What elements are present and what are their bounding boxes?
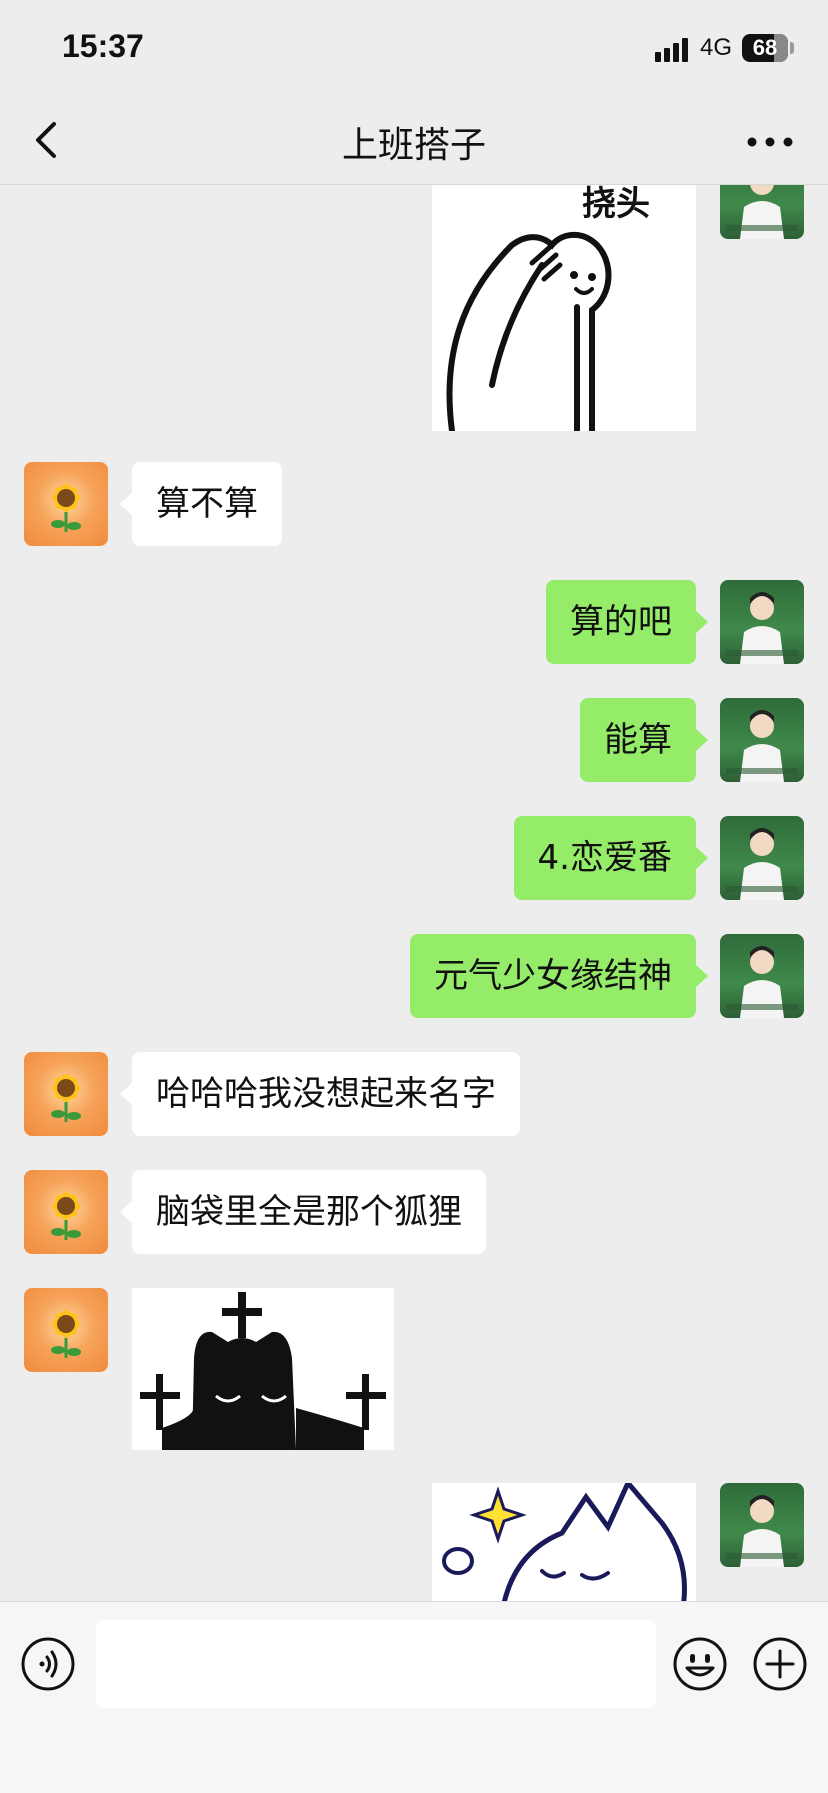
message-row [0,1288,828,1450]
sparkle-cat-illustration [442,1483,687,1601]
person-avatar-image [726,1495,798,1567]
message-row: 元气少女缘结神 [0,934,828,1018]
sunflower-icon [51,1310,81,1358]
person-avatar-image [726,828,798,900]
sunflower-icon [51,484,81,532]
message-row: 哈哈哈我没想起来名字 [0,1052,828,1136]
person-avatar-image [726,592,798,664]
message-row: 算不算 [0,462,828,546]
contact-avatar[interactable] [24,1288,108,1372]
message-input[interactable] [96,1620,656,1708]
message-row: 算的吧 [0,580,828,664]
my-avatar[interactable] [720,580,804,664]
status-time: 15:37 [62,28,144,64]
contact-avatar[interactable] [24,1052,108,1136]
person-avatar-image [726,185,798,239]
emoji-icon[interactable] [672,1636,728,1692]
sticker-black-cat[interactable] [132,1288,394,1450]
cat-scratch-illustration: 挠头 [446,185,650,431]
input-bar [0,1601,828,1793]
chat-header: 上班搭子 [0,96,828,185]
sticker-caption: 挠头 [582,185,650,224]
message-bubble-received[interactable]: 算不算 [120,462,282,546]
message-row: 挠头 [0,185,828,431]
message-bubble-received[interactable]: 脑袋里全是那个狐狸 [120,1170,486,1254]
message-list[interactable]: 挠头 算不算 算的吧 能算 4.恋爱番 元气少女缘结神 哈哈哈我没想起来名字 脑… [0,185,828,1601]
person-avatar-image [726,946,798,1018]
message-row [0,1483,828,1601]
message-row: 能算 [0,698,828,782]
battery-nub [790,42,794,54]
message-row: 4.恋爱番 [0,816,828,900]
message-bubble-received[interactable]: 哈哈哈我没想起来名字 [120,1052,520,1136]
message-bubble-sent[interactable]: 能算 [580,698,708,782]
sunflower-icon [51,1192,81,1240]
more-dots-icon[interactable] [744,122,796,162]
sunflower-icon [51,1074,81,1122]
chat-title: 上班搭子 [341,125,486,166]
battery-level: 68 [752,35,778,60]
message-bubble-sent[interactable]: 算的吧 [546,580,708,664]
my-avatar[interactable] [720,185,804,239]
plus-icon[interactable] [752,1636,808,1692]
my-avatar[interactable] [720,1483,804,1567]
message-bubble-sent[interactable]: 4.恋爱番 [513,816,709,900]
message-bubble-sent[interactable]: 元气少女缘结神 [410,934,708,1018]
status-bar: 15:37 4G 68 [0,0,828,96]
sticker-scratch-head[interactable]: 挠头 [432,185,696,431]
my-avatar[interactable] [720,816,804,900]
network-type: 4G [700,34,733,61]
sticker-sparkle-cat[interactable] [432,1483,696,1601]
contact-avatar[interactable] [24,1170,108,1254]
contact-avatar[interactable] [24,462,108,546]
black-cat-cross-illustration [140,1292,386,1450]
voice-icon[interactable] [20,1636,76,1692]
message-row: 脑袋里全是那个狐狸 [0,1170,828,1254]
battery-indicator: 68 [742,34,788,62]
my-avatar[interactable] [720,934,804,1018]
my-avatar[interactable] [720,698,804,782]
signal-bars-icon [655,38,688,62]
person-avatar-image [726,710,798,782]
